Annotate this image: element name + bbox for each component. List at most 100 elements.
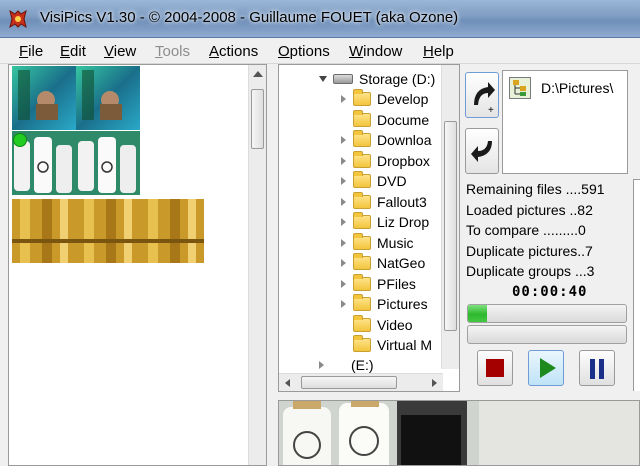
tree-node-folder[interactable]: Docume bbox=[341, 109, 430, 130]
thumbnail-image[interactable] bbox=[12, 199, 76, 263]
tree-node-folder[interactable]: PFiles bbox=[341, 273, 416, 294]
thumbnail-image[interactable] bbox=[76, 131, 140, 195]
folder-icon bbox=[353, 171, 371, 188]
tree-node-folder[interactable]: Pictures bbox=[341, 294, 428, 314]
preview-image bbox=[279, 401, 639, 465]
path-label: D:\Pictures\ bbox=[541, 80, 614, 96]
add-folder-button[interactable]: + bbox=[465, 72, 499, 118]
scroll-up-icon[interactable] bbox=[253, 71, 263, 77]
tree-node-label: Docume bbox=[377, 111, 430, 128]
thumbnails-scrollbar[interactable] bbox=[248, 65, 266, 465]
thumbnail-image[interactable] bbox=[12, 131, 76, 195]
tree-node-label: Virtual M bbox=[377, 337, 432, 353]
tree-node-drive-e[interactable]: (E:) bbox=[319, 355, 374, 375]
tree-node-label: (E:) bbox=[351, 357, 374, 373]
expand-icon[interactable] bbox=[341, 95, 346, 103]
menu-help[interactable]: Help bbox=[423, 43, 454, 60]
menu-options[interactable]: Options bbox=[278, 43, 330, 60]
duplicate-groups-stat: Duplicate groups ...3 bbox=[466, 263, 595, 279]
scrollbar-thumb[interactable] bbox=[251, 89, 264, 149]
path-list-item[interactable]: D:\Pictures\ bbox=[509, 77, 613, 99]
expand-icon[interactable] bbox=[319, 361, 324, 369]
drive-icon bbox=[333, 74, 353, 84]
duplicate-group-3[interactable] bbox=[12, 199, 204, 263]
expand-icon[interactable] bbox=[341, 259, 346, 267]
scrollbar-thumb[interactable] bbox=[301, 376, 397, 389]
scroll-left-icon[interactable] bbox=[285, 379, 290, 387]
menu-view[interactable]: View bbox=[104, 43, 136, 60]
window-title: VisiPics V1.30 - © 2004-2008 - Guillaume… bbox=[40, 9, 459, 26]
tree-node-drive[interactable]: Storage (D:) bbox=[319, 69, 435, 89]
tree-node-label: Dropbox bbox=[377, 152, 430, 169]
menu-edit[interactable]: Edit bbox=[60, 43, 86, 60]
thumbnail-image[interactable] bbox=[12, 66, 76, 130]
tree-node-folder[interactable]: Music bbox=[341, 232, 414, 253]
tree-node-folder[interactable]: NatGeo bbox=[341, 253, 425, 273]
thumbnail-image[interactable] bbox=[76, 66, 140, 130]
scan-paths-list[interactable]: D:\Pictures\ bbox=[502, 70, 628, 174]
menu-file[interactable]: File bbox=[19, 43, 43, 60]
selected-marker-icon bbox=[13, 133, 27, 147]
expand-icon[interactable] bbox=[341, 279, 346, 288]
expand-icon[interactable] bbox=[341, 136, 346, 144]
expand-icon[interactable] bbox=[341, 238, 346, 247]
pause-button[interactable] bbox=[579, 350, 615, 386]
collapse-icon[interactable] bbox=[319, 76, 327, 82]
scan-progress-bar bbox=[467, 304, 627, 323]
menu-actions[interactable]: Actions bbox=[209, 43, 258, 60]
stop-icon bbox=[486, 359, 504, 377]
folder-icon bbox=[353, 191, 371, 209]
folder-icon bbox=[353, 273, 371, 291]
menu-window[interactable]: Window bbox=[349, 43, 402, 60]
tree-node-label: Music bbox=[377, 234, 414, 251]
folder-icon bbox=[353, 253, 371, 270]
expand-icon[interactable] bbox=[341, 177, 346, 185]
image-preview-pane bbox=[278, 400, 640, 466]
folder-icon bbox=[353, 232, 371, 250]
svg-text:+: + bbox=[488, 105, 494, 116]
title-bar[interactable]: VisiPics V1.30 - © 2004-2008 - Guillaume… bbox=[0, 0, 640, 38]
folder-tree[interactable]: Storage (D:) Develop Docume Downloa Dropbox… bbox=[278, 64, 460, 392]
tree-vertical-scrollbar[interactable] bbox=[441, 65, 459, 369]
tree-node-folder[interactable]: Video bbox=[341, 314, 413, 335]
duplicate-pictures-stat: Duplicate pictures..7 bbox=[466, 242, 593, 259]
play-icon bbox=[540, 358, 556, 378]
tree-node-label: NatGeo bbox=[377, 255, 426, 271]
duplicate-thumbnails-pane[interactable] bbox=[8, 64, 267, 466]
tree-node-label: DVD bbox=[377, 173, 407, 189]
tree-node-folder[interactable]: Dropbox bbox=[341, 150, 430, 171]
remove-folder-button[interactable] bbox=[465, 128, 499, 174]
tree-node-label: Pictures bbox=[377, 296, 428, 312]
tree-node-folder[interactable]: DVD bbox=[341, 171, 407, 191]
expand-icon[interactable] bbox=[341, 197, 346, 206]
expand-icon[interactable] bbox=[341, 218, 346, 226]
tree-node-folder[interactable]: Develop bbox=[341, 89, 428, 109]
tree-node-folder[interactable]: Downloa bbox=[341, 130, 431, 150]
thumbnail-image[interactable] bbox=[140, 199, 204, 263]
visipics-app-icon[interactable] bbox=[8, 9, 28, 29]
thumbnail-image[interactable] bbox=[76, 199, 140, 263]
scroll-right-icon[interactable] bbox=[432, 379, 437, 387]
compare-progress-bar bbox=[467, 325, 627, 344]
remove-arrow-icon bbox=[471, 141, 492, 162]
expand-icon[interactable] bbox=[341, 156, 346, 165]
play-button[interactable] bbox=[528, 350, 564, 386]
tree-node-folder[interactable]: Fallout3 bbox=[341, 191, 427, 212]
duplicate-group-1[interactable] bbox=[12, 66, 140, 130]
tree-node-folder[interactable]: Virtual M bbox=[341, 335, 432, 355]
expand-icon[interactable] bbox=[341, 300, 346, 308]
duplicate-group-2[interactable] bbox=[12, 131, 140, 195]
tree-node-label: Storage (D:) bbox=[359, 71, 436, 87]
tree-node-folder[interactable]: Liz Drop bbox=[341, 212, 429, 232]
scan-progress-fill bbox=[468, 305, 487, 322]
scrollbar-thumb[interactable] bbox=[444, 121, 457, 331]
folder-icon bbox=[353, 335, 371, 352]
scan-statistics: Remaining files ....591 Loaded pictures … bbox=[466, 179, 605, 282]
side-panel-edge bbox=[633, 179, 640, 391]
to-compare-stat: To compare .........0 bbox=[466, 222, 586, 238]
folder-icon bbox=[353, 89, 371, 106]
folder-tree-icon bbox=[509, 77, 531, 99]
stop-button[interactable] bbox=[477, 350, 513, 386]
tree-horizontal-scrollbar[interactable] bbox=[279, 373, 443, 391]
tree-node-label: Fallout3 bbox=[377, 193, 427, 210]
